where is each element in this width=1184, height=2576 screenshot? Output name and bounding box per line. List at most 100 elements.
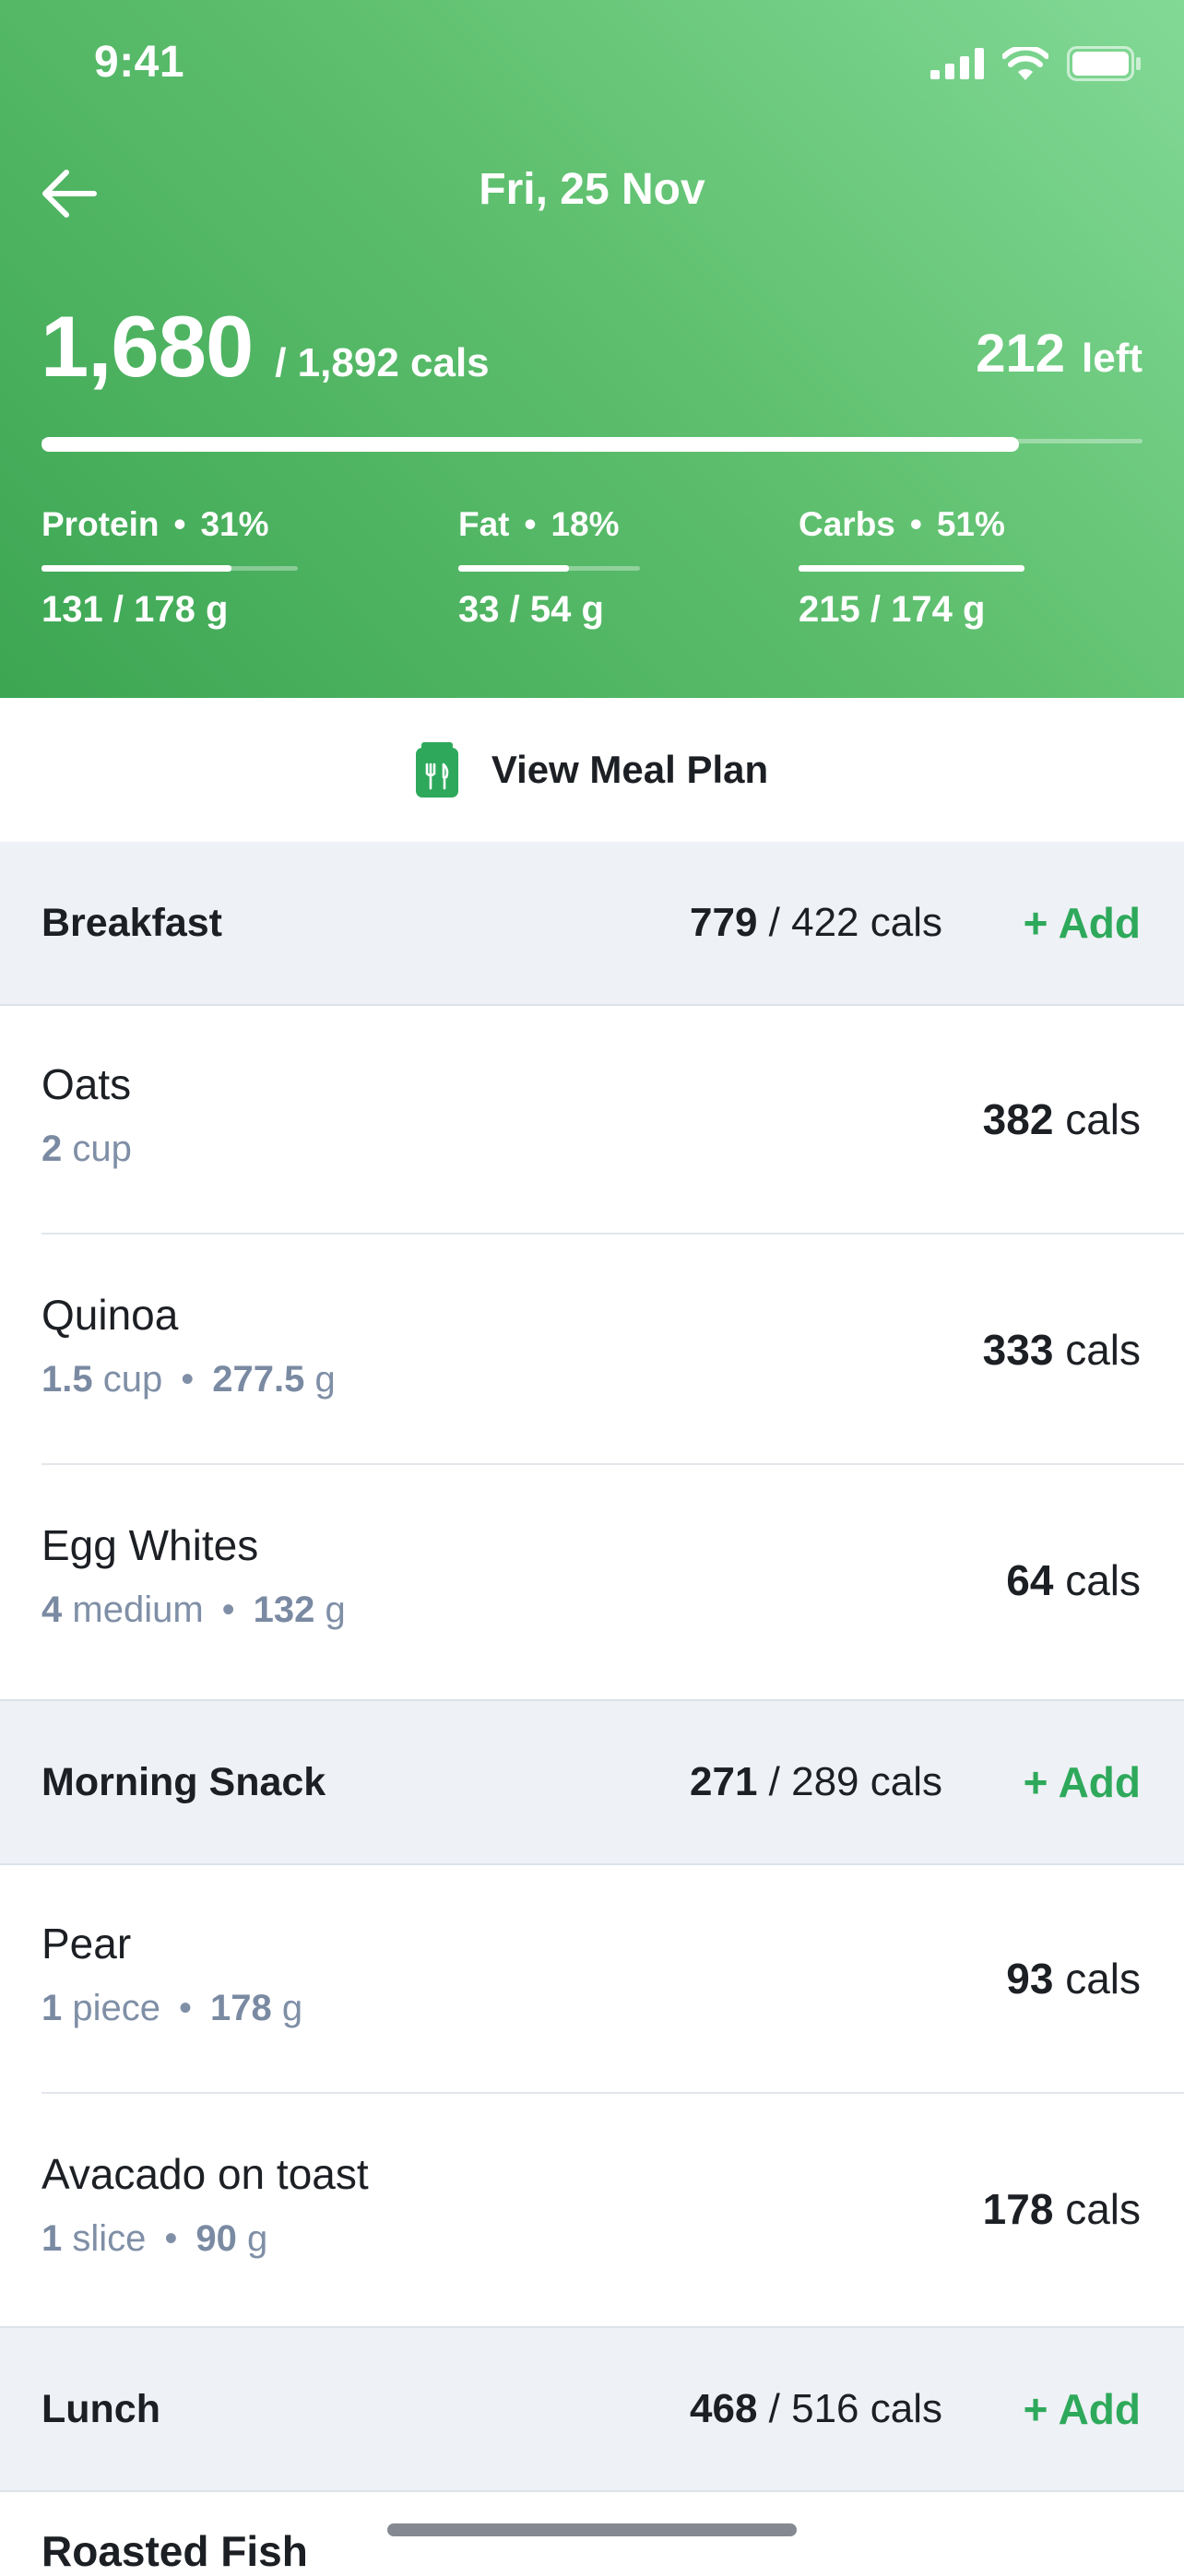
food-name: Quinoa xyxy=(41,1291,179,1339)
section-calories: 468 / 516 cals xyxy=(690,2328,942,2490)
food-item-quinoa[interactable]: Quinoa 1.5 cup • 277.5 g 333 cals xyxy=(0,1235,1184,1465)
macro-target: / 174 g xyxy=(870,589,986,630)
meal-plan-icon xyxy=(415,742,458,798)
macro-eaten: 33 xyxy=(458,589,500,630)
macro-name: Carbs xyxy=(799,505,895,543)
macro-carbs: Carbs • 51% 215 / 174 g xyxy=(799,505,1024,631)
section-breakfast: Breakfast 779 / 422 cals + Add xyxy=(0,842,1184,1006)
macro-fill xyxy=(458,565,570,572)
portion-unit: slice xyxy=(72,2218,147,2259)
view-meal-plan-button[interactable]: View Meal Plan xyxy=(0,698,1184,844)
portion-weight: 90 xyxy=(195,2218,237,2259)
macro-eaten: 215 xyxy=(799,589,860,630)
status-time: 9:41 xyxy=(94,38,185,87)
calories-eaten: 1,680 xyxy=(41,298,254,395)
food-name: Avacado on toast xyxy=(41,2150,369,2198)
portion-qty: 1 xyxy=(41,1988,63,2028)
section-title: Morning Snack xyxy=(41,1760,326,1804)
section-calories-target: / 289 cals xyxy=(768,1759,942,1804)
calorie-progress-fill xyxy=(41,437,1020,452)
portion-weight-unit: g xyxy=(325,1589,346,1630)
home-indicator[interactable] xyxy=(387,2523,797,2536)
portion-weight-unit: g xyxy=(247,2218,268,2259)
macro-fat: Fat • 18% 33 / 54 g xyxy=(458,505,640,631)
portion-weight: 132 xyxy=(253,1589,315,1630)
food-item-peek[interactable]: Roasted Fish xyxy=(41,2526,308,2576)
portion-unit: cup xyxy=(102,1359,163,1400)
section-lunch: Lunch 468 / 516 cals + Add xyxy=(0,2326,1184,2492)
calories-left-label: left xyxy=(1082,336,1143,381)
calories-left-value: 212 xyxy=(976,324,1065,384)
food-calories-value: 178 xyxy=(982,2185,1054,2233)
macro-fill xyxy=(41,565,231,572)
food-calories: 64 cals xyxy=(1006,1465,1141,1696)
section-calories: 779 / 422 cals xyxy=(690,842,942,1004)
section-calories-target: / 516 cals xyxy=(768,2386,942,2431)
food-calories-value: 382 xyxy=(982,1095,1054,1143)
food-portion: 1.5 cup • 277.5 g xyxy=(41,1359,336,1400)
food-name: Oats xyxy=(41,1060,132,1108)
food-calories-unit: cals xyxy=(1065,1955,1141,2003)
food-item-pear[interactable]: Pear 1 piece • 178 g 93 cals xyxy=(0,1863,1184,2094)
food-calories: 93 cals xyxy=(1006,1863,1141,2094)
macro-fill xyxy=(799,565,1024,572)
section-calories-eaten: 271 xyxy=(690,1759,758,1804)
section-calories: 271 / 289 cals xyxy=(690,1701,942,1863)
portion-unit: medium xyxy=(72,1589,204,1630)
food-calories-unit: cals xyxy=(1065,1095,1141,1143)
food-calories-value: 333 xyxy=(982,1326,1054,1374)
food-calories-unit: cals xyxy=(1065,1326,1141,1374)
portion-weight: 277.5 xyxy=(212,1359,305,1400)
food-calories-value: 64 xyxy=(1006,1556,1054,1604)
add-lunch-button[interactable]: + Add xyxy=(1024,2328,1141,2490)
food-portion: 4 medium • 132 g xyxy=(41,1589,346,1630)
portion-qty: 1.5 xyxy=(41,1359,93,1400)
portion-qty: 4 xyxy=(41,1589,63,1630)
food-calories: 333 cals xyxy=(983,1235,1141,1465)
portion-unit: cup xyxy=(72,1128,132,1169)
food-portion: 1 slice • 90 g xyxy=(41,2218,268,2259)
add-morning-snack-button[interactable]: + Add xyxy=(1024,1701,1141,1863)
portion-weight-unit: g xyxy=(281,1988,303,2028)
add-breakfast-button[interactable]: + Add xyxy=(1024,842,1141,1004)
section-morning-snack: Morning Snack 271 / 289 cals + Add xyxy=(0,1699,1184,1865)
page-title-date: Fri, 25 Nov xyxy=(479,165,705,214)
macro-percent: 51% xyxy=(936,505,1005,543)
food-name: Pear xyxy=(41,1920,132,1967)
section-title: Breakfast xyxy=(41,901,222,945)
food-calories: 178 cals xyxy=(983,2094,1141,2324)
food-calories-unit: cals xyxy=(1065,2185,1141,2233)
signal-icon xyxy=(930,48,984,79)
macro-protein: Protein • 31% 131 / 178 g xyxy=(41,505,298,631)
section-calories-eaten: 779 xyxy=(690,900,758,945)
calories-left: 212 left xyxy=(976,323,1143,384)
calories-target: / 1,892 cals xyxy=(275,340,490,385)
portion-qty: 2 xyxy=(41,1128,63,1169)
macro-name: Protein xyxy=(41,505,160,543)
food-portion: 2 cup xyxy=(41,1128,132,1170)
calories-summary: 1,680 / 1,892 cals xyxy=(41,297,490,396)
macro-target: / 54 g xyxy=(509,589,604,630)
macro-name: Fat xyxy=(458,505,510,543)
macro-track xyxy=(458,565,640,572)
summary-header: 9:41 Fri, 25 Nov 1,680 / 1,892 cals 212 … xyxy=(0,0,1184,698)
macro-track xyxy=(799,565,1024,572)
food-calories: 382 cals xyxy=(983,1004,1141,1235)
food-calories-value: 93 xyxy=(1006,1955,1054,2003)
status-icons xyxy=(930,46,1143,81)
portion-weight: 178 xyxy=(210,1988,272,2028)
food-name: Egg Whites xyxy=(41,1521,259,1569)
food-item-egg-whites[interactable]: Egg Whites 4 medium • 132 g 64 cals xyxy=(0,1465,1184,1696)
food-calories-unit: cals xyxy=(1065,1556,1141,1604)
battery-icon xyxy=(1067,46,1141,81)
food-item-oats[interactable]: Oats 2 cup 382 cals xyxy=(0,1004,1184,1235)
view-meal-plan-label: View Meal Plan xyxy=(491,748,769,791)
food-item-avocado-toast[interactable]: Avacado on toast 1 slice • 90 g 178 cals xyxy=(0,2094,1184,2324)
food-portion: 1 piece • 178 g xyxy=(41,1988,303,2028)
portion-qty: 1 xyxy=(41,2218,63,2259)
macro-percent: 31% xyxy=(200,505,269,543)
section-calories-eaten: 468 xyxy=(690,2386,758,2431)
macro-target: / 178 g xyxy=(112,589,229,630)
portion-weight-unit: g xyxy=(314,1359,336,1400)
section-title: Lunch xyxy=(41,2387,160,2431)
